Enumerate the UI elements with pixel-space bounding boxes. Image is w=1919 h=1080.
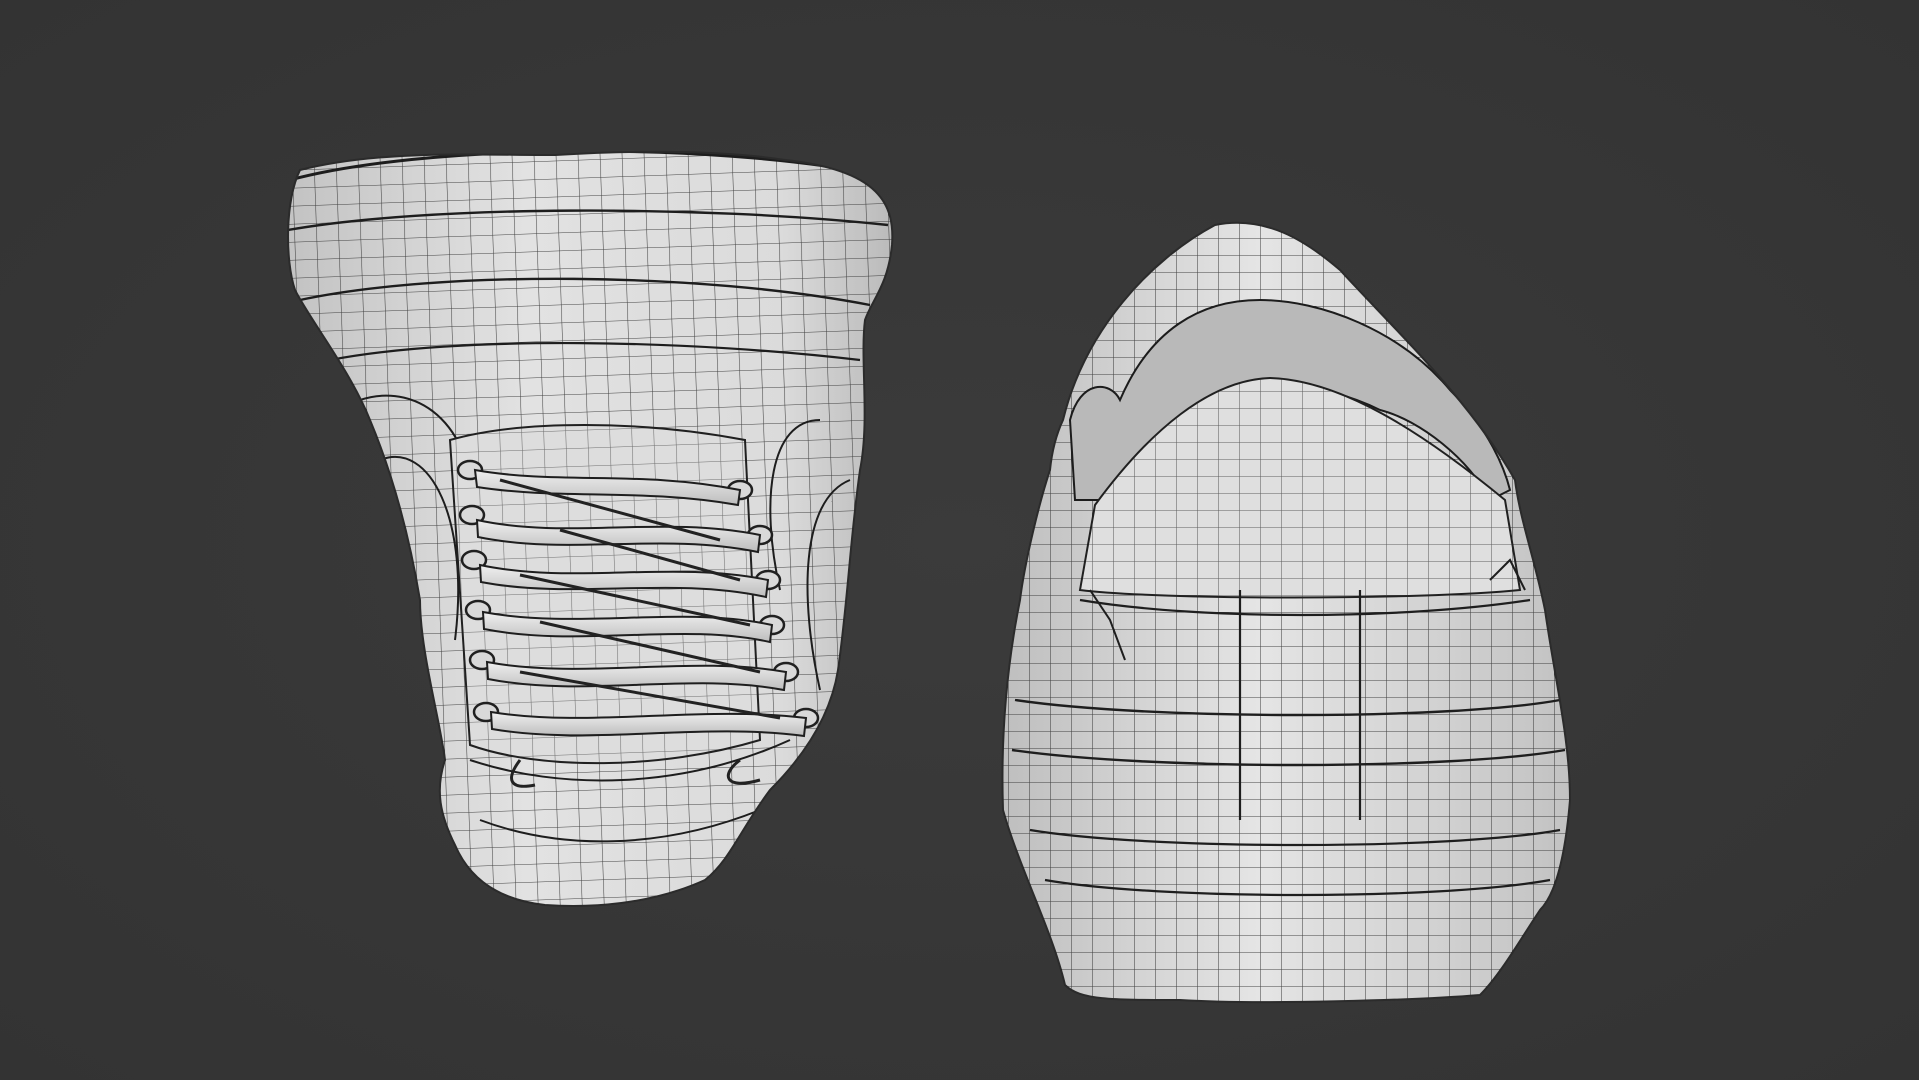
3d-viewport[interactable] (0, 0, 1919, 1080)
viewport-canvas (0, 0, 1919, 1080)
viewport-background (0, 0, 1919, 1080)
